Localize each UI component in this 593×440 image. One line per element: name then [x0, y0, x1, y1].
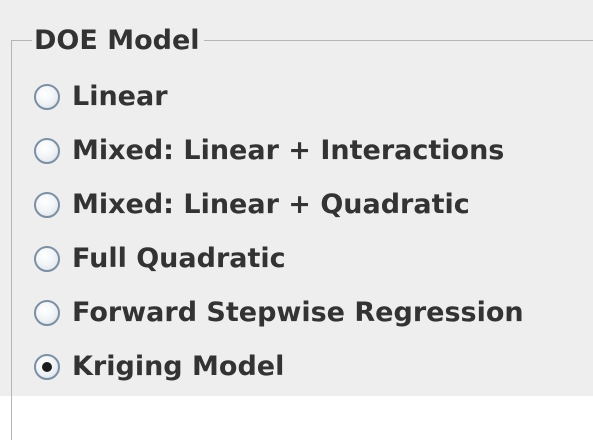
radio-button-icon[interactable] [34, 84, 60, 110]
radio-option-forward-stepwise-regression[interactable]: Forward Stepwise Regression [34, 286, 593, 340]
radio-option-label: Kriging Model [72, 351, 285, 382]
radio-button-icon[interactable] [34, 192, 60, 218]
radio-button-icon[interactable] [34, 246, 60, 272]
radio-option-linear[interactable]: Linear [34, 70, 593, 124]
radio-button-icon[interactable] [34, 138, 60, 164]
radio-option-full-quadratic[interactable]: Full Quadratic [34, 232, 593, 286]
radio-option-label: Mixed: Linear + Quadratic [72, 189, 470, 220]
radio-option-label: Linear [72, 81, 168, 112]
doe-model-panel: DOE Model Linear Mixed: Linear + Interac… [0, 0, 593, 440]
radio-option-label: Forward Stepwise Regression [72, 297, 524, 328]
radio-button-icon[interactable] [34, 300, 60, 326]
radio-option-kriging-model[interactable]: Kriging Model [34, 340, 593, 394]
doe-model-options: Linear Mixed: Linear + Interactions Mixe… [34, 70, 593, 394]
radio-option-label: Full Quadratic [72, 243, 286, 274]
radio-option-mixed-linear-quadratic[interactable]: Mixed: Linear + Quadratic [34, 178, 593, 232]
radio-option-mixed-linear-interactions[interactable]: Mixed: Linear + Interactions [34, 124, 593, 178]
doe-model-group-title: DOE Model [32, 24, 204, 58]
radio-button-selected-icon[interactable] [34, 354, 60, 380]
radio-option-label: Mixed: Linear + Interactions [72, 135, 505, 166]
